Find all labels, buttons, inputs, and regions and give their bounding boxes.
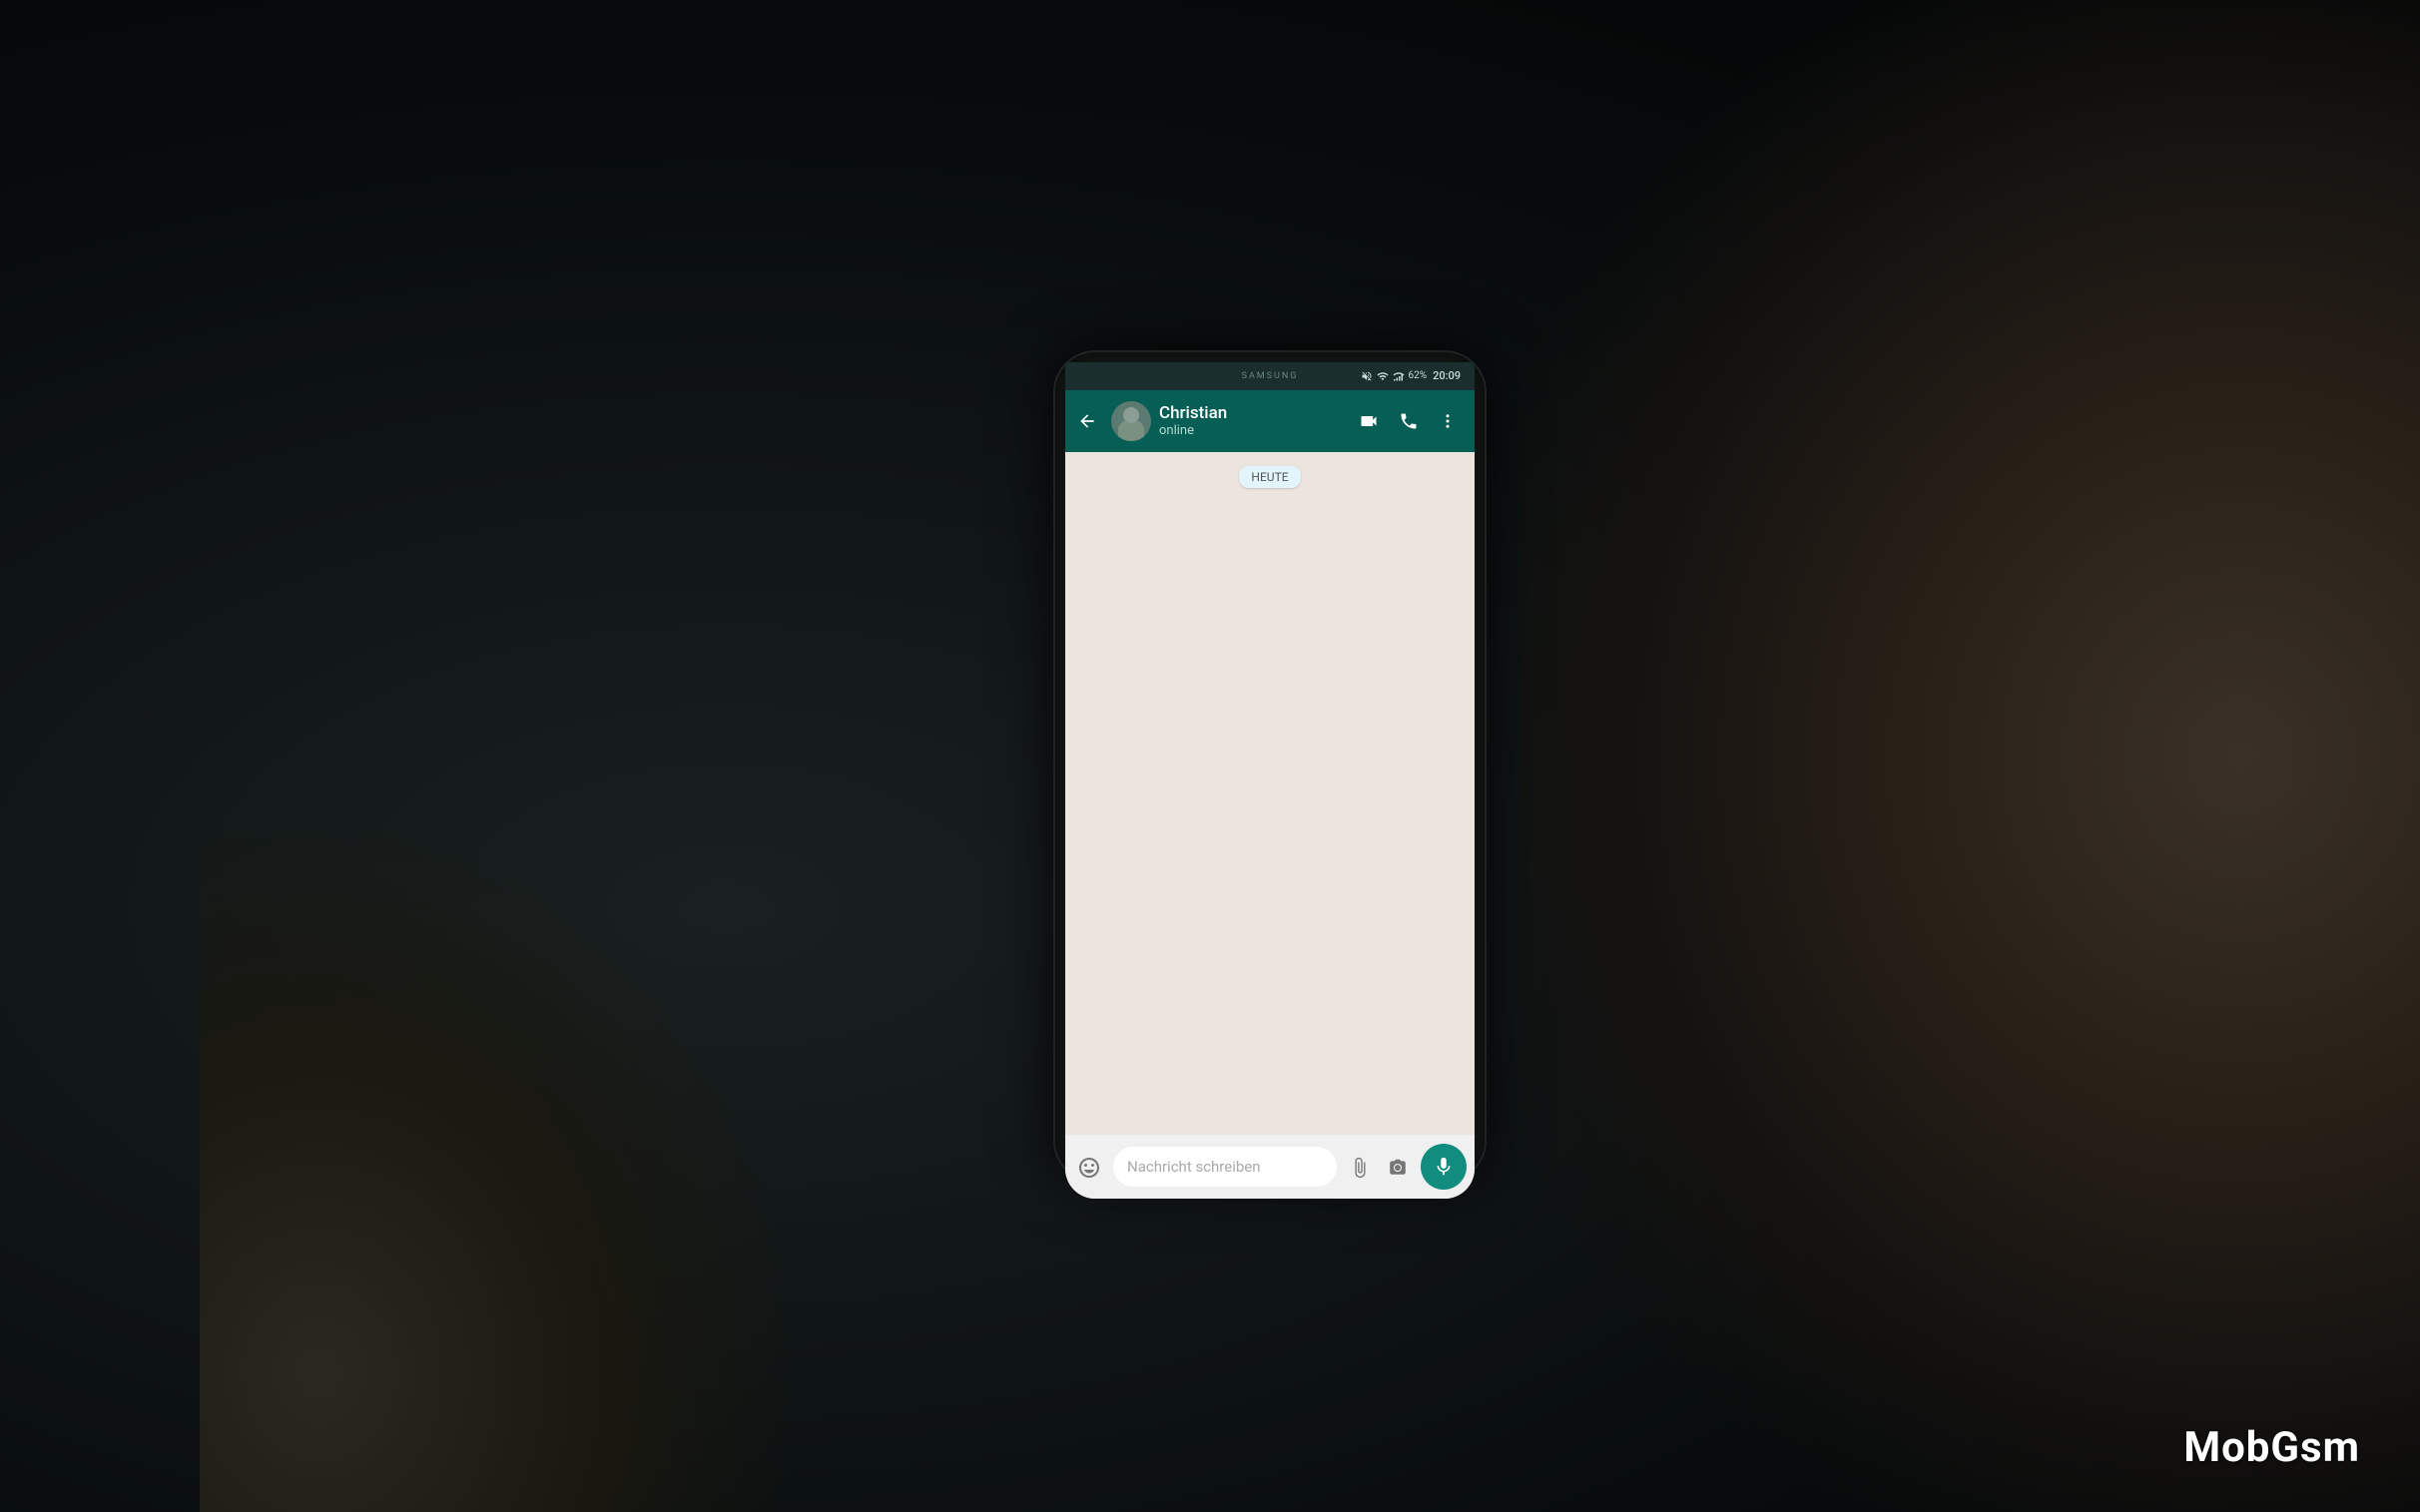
wifi-icon <box>1377 370 1389 382</box>
hand-right-shadow <box>1521 0 2420 1512</box>
phone-call-button[interactable] <box>1391 403 1427 439</box>
mic-button[interactable] <box>1421 1144 1467 1190</box>
status-bar: SAMSUNG 62% <box>1065 362 1475 390</box>
phone-wrapper: SAMSUNG 62% <box>1055 352 1485 1181</box>
message-placeholder: Nachricht schreiben <box>1127 1158 1261 1176</box>
attach-button[interactable] <box>1345 1150 1375 1183</box>
emoji-button[interactable] <box>1073 1149 1105 1185</box>
contact-avatar[interactable] <box>1111 401 1151 441</box>
chat-area: HEUTE <box>1065 452 1475 1135</box>
back-button[interactable] <box>1071 406 1103 436</box>
battery-level: 62% <box>1409 370 1428 381</box>
contact-info[interactable]: Christian online <box>1159 403 1343 439</box>
contact-name: Christian <box>1159 403 1343 423</box>
more-options-button[interactable] <box>1431 403 1465 437</box>
video-call-button[interactable] <box>1351 403 1387 439</box>
mute-icon <box>1361 370 1373 382</box>
status-time: 20:09 <box>1433 369 1461 382</box>
message-input[interactable]: Nachricht schreiben <box>1113 1147 1337 1187</box>
watermark: MobGsm <box>2183 1423 2360 1472</box>
input-bar: Nachricht schreiben <box>1065 1135 1475 1199</box>
phone-device: SAMSUNG 62% <box>1055 352 1485 1181</box>
header-actions <box>1351 403 1465 439</box>
wa-header: Christian online <box>1065 390 1475 452</box>
signal-icon <box>1393 370 1405 382</box>
status-icons: 62% 20:09 <box>1361 369 1462 382</box>
phone-screen: Christian online <box>1065 390 1475 1199</box>
contact-status: online <box>1159 423 1343 439</box>
date-badge: HEUTE <box>1239 466 1300 488</box>
phone-brand: SAMSUNG <box>1242 371 1299 381</box>
hand-left-shadow <box>200 813 799 1512</box>
camera-button[interactable] <box>1383 1150 1413 1183</box>
